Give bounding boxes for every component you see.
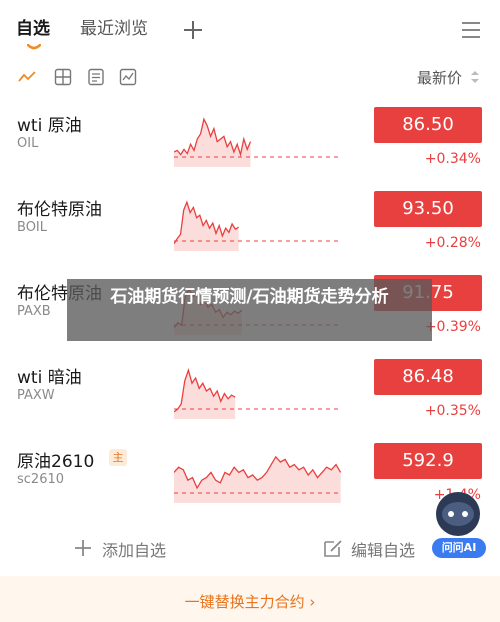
price-sparkline xyxy=(174,117,342,167)
change-percent: +0.28% xyxy=(424,235,481,251)
banner-text: 一键替换主力合约 › xyxy=(184,593,316,611)
sort-icon[interactable] xyxy=(470,70,480,84)
instrument-code: OIL xyxy=(17,136,39,151)
instrument-name: wti 暗油 xyxy=(17,368,82,388)
instrument-code: BOIL xyxy=(17,220,47,235)
plus-icon[interactable] xyxy=(72,537,94,559)
instrument-name: 原油2610 xyxy=(17,452,95,472)
instrument-code: sc2610 xyxy=(17,472,65,487)
top-tab-bar: 自选 最近浏览 xyxy=(0,0,500,58)
list-icon[interactable] xyxy=(87,68,105,86)
price-sparkline xyxy=(174,368,342,419)
latest-price[interactable]: 86.48 xyxy=(374,359,482,395)
ask-ai-button[interactable]: 问问AI xyxy=(432,538,486,558)
list-item[interactable]: wti 原油 OIL 86.50 +0.34% xyxy=(0,97,500,181)
add-icon[interactable] xyxy=(182,19,204,41)
latest-price[interactable]: 86.50 xyxy=(374,107,482,143)
price-sparkline xyxy=(174,455,342,503)
bottom-actions: 添加自选 编辑自选 xyxy=(0,523,500,573)
edit-icon[interactable] xyxy=(322,537,344,559)
latest-price[interactable]: 93.50 xyxy=(374,191,482,227)
price-sparkline xyxy=(174,200,342,251)
latest-price[interactable]: 592.9 xyxy=(374,443,482,479)
instrument-name: wti 原油 xyxy=(17,116,82,136)
switch-contract-banner[interactable]: 一键替换主力合约 › xyxy=(0,576,500,622)
article-title-overlay: 石油期货行情预测/石油期货走势分析 xyxy=(67,279,432,341)
active-tab-indicator xyxy=(27,44,41,50)
menu-icon[interactable] xyxy=(460,20,482,40)
instrument-name: 布伦特原油 xyxy=(17,200,102,220)
list-item[interactable]: wti 暗油 PAXW 86.48 +0.35% xyxy=(0,349,500,433)
tab-watchlist[interactable]: 自选 xyxy=(16,17,50,41)
line-chart-icon[interactable] xyxy=(18,68,36,86)
instrument-code: PAXW xyxy=(17,388,55,403)
tab-recent[interactable]: 最近浏览 xyxy=(80,17,148,41)
change-percent: +0.34% xyxy=(424,151,481,167)
list-item[interactable]: 原油2610主sc2610592.9+1.4% xyxy=(0,433,500,517)
change-percent: +0.35% xyxy=(424,403,481,419)
sort-label[interactable]: 最新价 xyxy=(417,67,462,88)
add-watchlist-button[interactable]: 添加自选 xyxy=(102,537,166,561)
change-percent: +0.39% xyxy=(424,319,481,335)
list-item[interactable]: 布伦特原油 BOIL 93.50 +0.28% xyxy=(0,181,500,265)
grid-icon[interactable] xyxy=(54,68,72,86)
chart-box-icon[interactable] xyxy=(119,68,137,86)
instrument-code: PAXB xyxy=(17,304,51,319)
edit-watchlist-button[interactable]: 编辑自选 xyxy=(351,537,415,561)
view-toolbar: 最新价 xyxy=(0,58,500,98)
main-contract-badge: 主 xyxy=(109,449,127,466)
sparkline-area xyxy=(174,119,251,167)
